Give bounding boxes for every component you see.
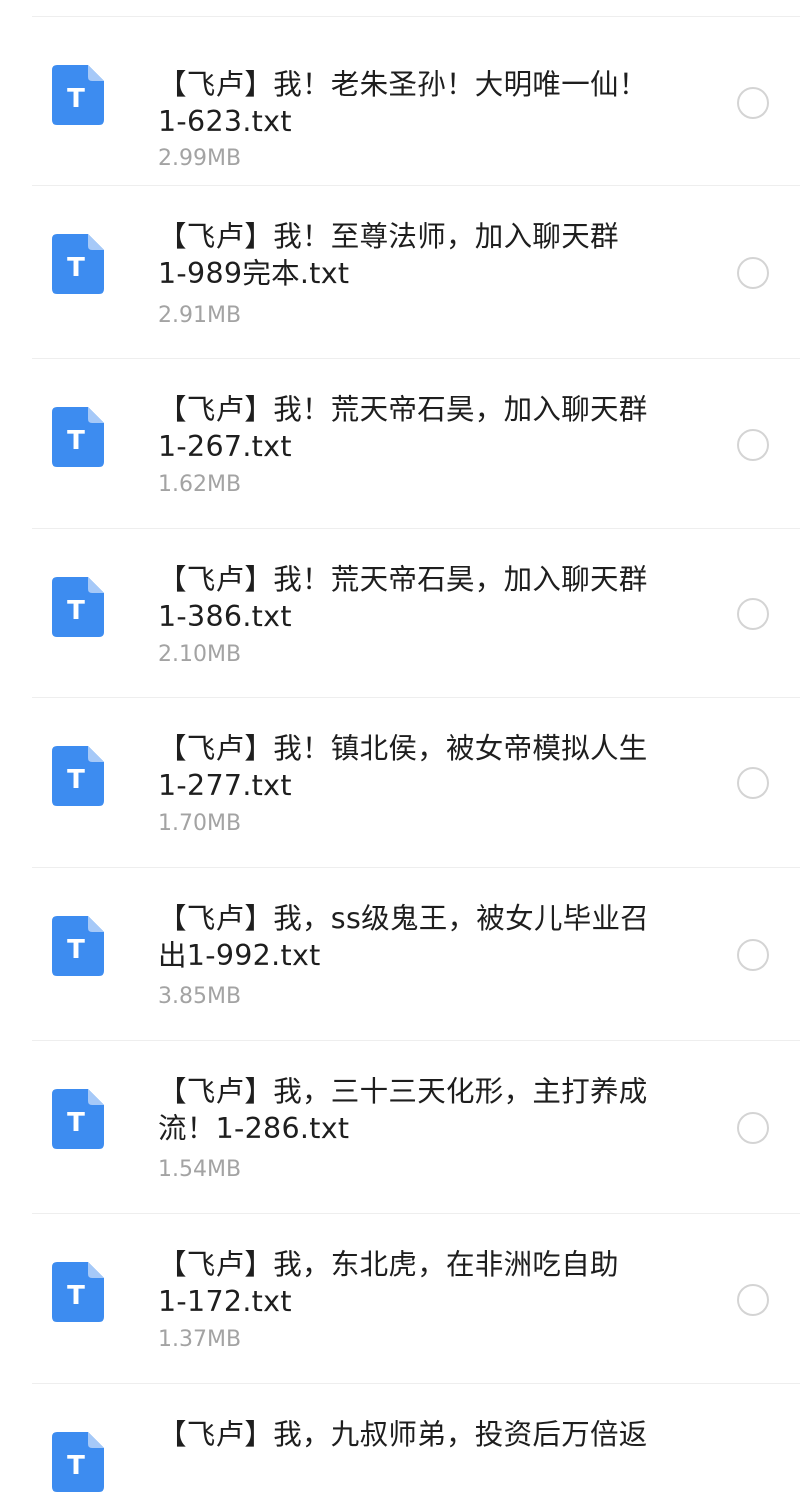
txt-file-icon: T <box>52 234 104 294</box>
file-name: 【飞卢】我！至尊法师，加入聊天群 1-989完本.txt <box>158 220 619 290</box>
file-fold-shape <box>88 1089 104 1105</box>
file-name: 【飞卢】我，东北虎，在非洲吃自助 1-172.txt <box>158 1248 619 1318</box>
file-row[interactable]: T 【飞卢】我，东北虎，在非洲吃自助 1-172.txt 1.37MB <box>0 1214 800 1384</box>
txt-file-icon: T <box>52 1432 104 1492</box>
file-size: 2.91MB <box>158 303 242 328</box>
file-type-glyph: T <box>67 1281 85 1311</box>
select-radio[interactable] <box>737 767 769 799</box>
file-size: 3.85MB <box>158 984 242 1009</box>
file-name: 【飞卢】我，ss级鬼王，被女儿毕业召 出1-992.txt <box>158 902 650 972</box>
file-row[interactable]: T 【飞卢】我，三十三天化形，主打养成 流！1-286.txt 1.54MB <box>0 1041 800 1214</box>
select-radio[interactable] <box>737 257 769 289</box>
file-fold-shape <box>88 916 104 932</box>
txt-file-icon-graphic: T <box>52 916 104 976</box>
txt-file-icon-graphic: T <box>52 407 104 467</box>
file-name: 【飞卢】我！荒天帝石昊，加入聊天群 1-267.txt <box>158 393 648 463</box>
file-type-glyph: T <box>67 426 85 456</box>
file-fold-shape <box>88 1432 104 1448</box>
file-row[interactable]: T 【飞卢】我！荒天帝石昊，加入聊天群 1-386.txt 2.10MB <box>0 529 800 698</box>
file-row[interactable]: T 【飞卢】我，九叔师弟，投资后万倍返 <box>0 1384 800 1492</box>
file-name: 【飞卢】我！镇北侯，被女帝模拟人生 1-277.txt <box>158 732 648 802</box>
file-name: 【飞卢】我！荒天帝石昊，加入聊天群 1-386.txt <box>158 563 648 633</box>
txt-file-icon-graphic: T <box>52 234 104 294</box>
file-type-glyph: T <box>67 765 85 795</box>
txt-file-icon: T <box>52 746 104 806</box>
txt-file-icon: T <box>52 65 104 125</box>
select-radio[interactable] <box>737 939 769 971</box>
txt-file-icon-graphic: T <box>52 1262 104 1322</box>
txt-file-icon: T <box>52 577 104 637</box>
file-size: 2.10MB <box>158 642 242 667</box>
file-type-glyph: T <box>67 1451 85 1481</box>
file-fold-shape <box>88 746 104 762</box>
file-fold-shape <box>88 407 104 423</box>
select-radio[interactable] <box>737 1284 769 1316</box>
file-fold-shape <box>88 234 104 250</box>
file-name: 【飞卢】我，九叔师弟，投资后万倍返 <box>158 1418 648 1451</box>
file-type-glyph: T <box>67 935 85 965</box>
file-size: 1.62MB <box>158 472 242 497</box>
file-type-glyph: T <box>67 1108 85 1138</box>
file-size: 1.54MB <box>158 1157 242 1182</box>
file-type-glyph: T <box>67 253 85 283</box>
txt-file-icon-graphic: T <box>52 65 104 125</box>
file-row[interactable]: T 【飞卢】我！镇北侯，被女帝模拟人生 1-277.txt 1.70MB <box>0 698 800 868</box>
txt-file-icon-graphic: T <box>52 577 104 637</box>
file-size: 2.99MB <box>158 146 242 171</box>
file-size: 1.70MB <box>158 811 242 836</box>
txt-file-icon: T <box>52 916 104 976</box>
file-size: 1.37MB <box>158 1327 242 1352</box>
txt-file-icon: T <box>52 1262 104 1322</box>
file-row[interactable]: T 【飞卢】我，ss级鬼王，被女儿毕业召 出1-992.txt 3.85MB <box>0 868 800 1041</box>
file-row[interactable]: T 【飞卢】我！荒天帝石昊，加入聊天群 1-267.txt 1.62MB <box>0 359 800 529</box>
file-fold-shape <box>88 65 104 81</box>
file-type-glyph: T <box>67 596 85 626</box>
select-radio[interactable] <box>737 87 769 119</box>
file-name: 【飞卢】我！老朱圣孙！大明唯一仙！ 1-623.txt <box>158 68 648 138</box>
file-fold-shape <box>88 1262 104 1278</box>
txt-file-icon: T <box>52 1089 104 1149</box>
txt-file-icon-graphic: T <box>52 1432 104 1492</box>
select-radio[interactable] <box>737 1112 769 1144</box>
txt-file-icon-graphic: T <box>52 1089 104 1149</box>
select-radio[interactable] <box>737 429 769 461</box>
file-type-glyph: T <box>67 84 85 114</box>
file-row[interactable]: T 【飞卢】我！老朱圣孙！大明唯一仙！ 1-623.txt 2.99MB <box>0 17 800 186</box>
txt-file-icon: T <box>52 407 104 467</box>
file-name: 【飞卢】我，三十三天化形，主打养成 流！1-286.txt <box>158 1075 648 1145</box>
file-fold-shape <box>88 577 104 593</box>
txt-file-icon-graphic: T <box>52 746 104 806</box>
file-row[interactable]: T 【飞卢】我！至尊法师，加入聊天群 1-989完本.txt 2.91MB <box>0 186 800 359</box>
select-radio[interactable] <box>737 598 769 630</box>
